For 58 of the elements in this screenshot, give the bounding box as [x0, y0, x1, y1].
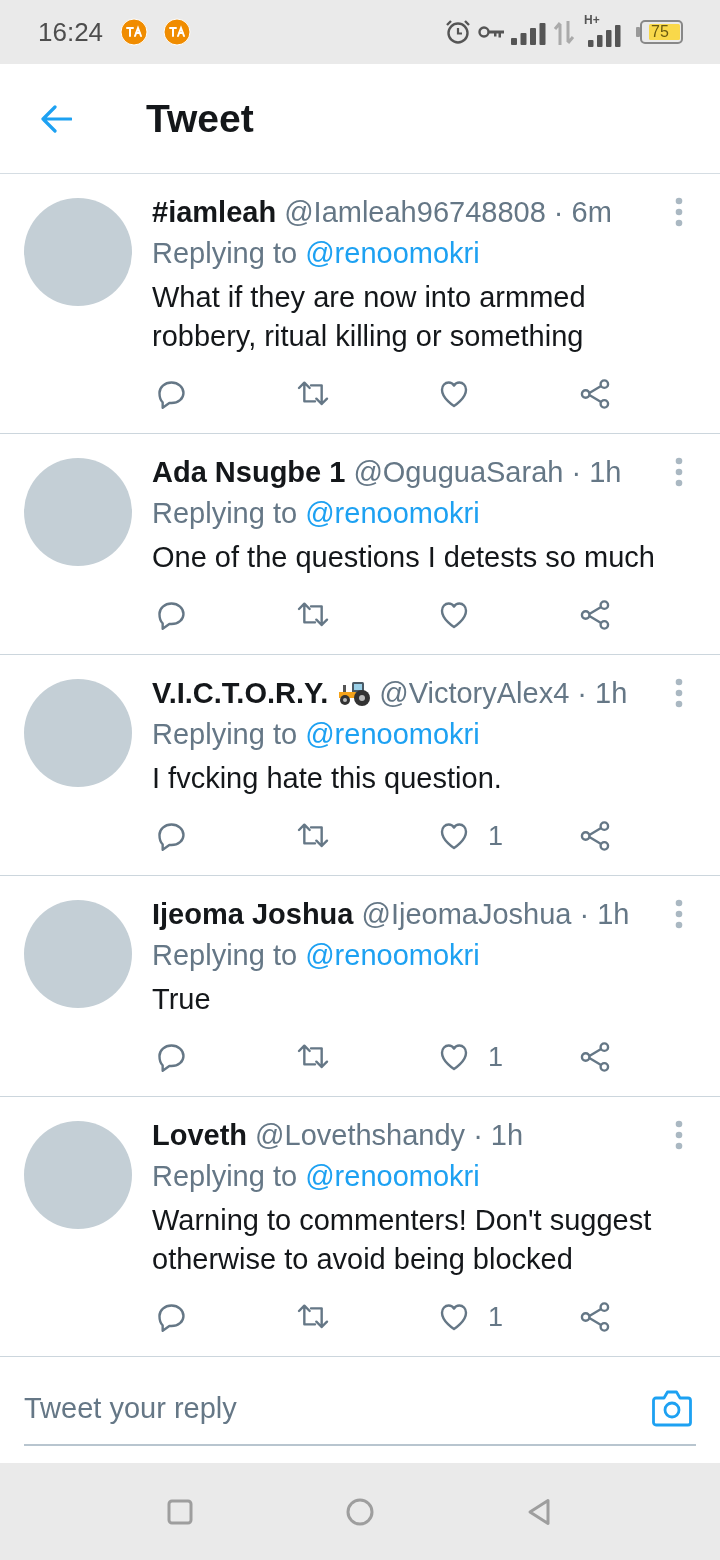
mention-link[interactable]: @renoomokri	[305, 497, 480, 529]
reply-icon[interactable]	[156, 599, 188, 631]
reply-icon[interactable]	[156, 1041, 188, 1073]
reply-input-field[interactable]: Tweet your reply	[24, 1372, 696, 1446]
author-name: Loveth	[152, 1118, 248, 1152]
reply-icon[interactable]	[156, 378, 188, 410]
handle-and-time: @Lovethshandy · 1h	[255, 1118, 524, 1152]
share-icon[interactable]	[579, 820, 611, 852]
status-time: 16:24	[38, 16, 104, 48]
author-name: #iamleah	[152, 195, 277, 229]
data-arrows-icon	[553, 21, 575, 45]
like-count: 1	[488, 1041, 504, 1073]
handle-and-time: @VictoryAlex4 · 1h	[379, 676, 628, 710]
battery-icon	[636, 20, 683, 44]
author-name: Ijeoma Joshua	[152, 897, 354, 931]
battery-percent: 75	[651, 23, 669, 41]
heart-icon[interactable]	[438, 1301, 470, 1333]
handle-and-time: @IjeomaJoshua · 1h	[361, 897, 630, 931]
reply-icon[interactable]	[156, 820, 188, 852]
signal-icon	[511, 23, 546, 45]
replying-to-text: Replying to @renoomokri	[152, 496, 481, 531]
signal-icon	[588, 25, 621, 47]
mention-link[interactable]: @renoomokri	[305, 237, 480, 269]
tweet-text: True	[152, 982, 212, 1017]
app-notification-icon	[120, 18, 149, 46]
camera-icon[interactable]	[652, 1389, 692, 1427]
heart-icon[interactable]	[438, 599, 470, 631]
tweet-text: One of the questions I detests so much	[152, 540, 656, 575]
replying-to-text: Replying to @renoomokri	[152, 1159, 481, 1194]
handle-and-time: @Iamleah96748808 · 6m	[284, 195, 612, 229]
mention-link[interactable]: @renoomokri	[305, 718, 480, 750]
replying-to-text: Replying to @renoomokri	[152, 938, 481, 973]
mention-link[interactable]: @renoomokri	[305, 939, 480, 971]
tweet-text: Warning to commenters! Don't suggest otherwise to avoid being blocked	[152, 1203, 653, 1277]
replying-to-text: Replying to @renoomokri	[152, 236, 481, 271]
author-name: Ada Nsugbe 1	[152, 455, 346, 489]
heart-icon[interactable]	[438, 378, 470, 410]
author-name: V.I.C.T.O.R.Y.	[152, 676, 329, 710]
like-count: 1	[488, 1301, 504, 1333]
alarm-clock-icon	[445, 19, 471, 45]
share-icon[interactable]	[579, 378, 611, 410]
heart-icon[interactable]	[438, 820, 470, 852]
tweet-text: I fvcking hate this question.	[152, 761, 503, 796]
handle-and-time: @OguguaSarah · 1h	[353, 455, 622, 489]
mention-link[interactable]: @renoomokri	[305, 1160, 480, 1192]
replying-to-text: Replying to @renoomokri	[152, 717, 481, 752]
page-title: Tweet	[146, 96, 254, 141]
tweet-text: What if they are now into armmed robbery, ritual killing or something	[152, 280, 587, 354]
share-icon[interactable]	[579, 599, 611, 631]
app-notification-icon	[163, 18, 192, 46]
back-arrow-icon[interactable]	[40, 104, 72, 133]
like-count: 1	[488, 820, 504, 852]
heart-icon[interactable]	[438, 1041, 470, 1073]
share-icon[interactable]	[579, 1301, 611, 1333]
key-icon	[478, 25, 505, 39]
share-icon[interactable]	[579, 1041, 611, 1073]
network-type-label: H+	[584, 14, 600, 26]
reply-icon[interactable]	[156, 1301, 188, 1333]
